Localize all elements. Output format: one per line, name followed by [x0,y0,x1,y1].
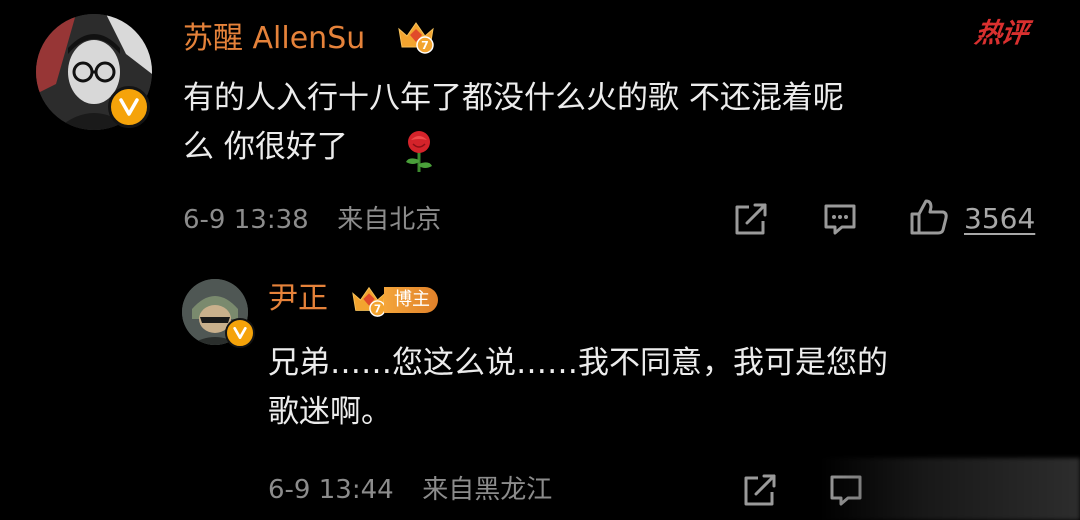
reply-vip-crown-icon: 7 [350,282,388,318]
reply-share-icon [744,474,776,506]
watermark-overlay [820,458,1080,520]
like-button[interactable] [909,198,949,236]
reply-text-line-1: 兄弟……您这么说……我不同意，我可是您的 [268,345,888,381]
reply-location: 来自黑龙江 [422,475,553,505]
comment-date: 6-9 13:38 [183,205,309,235]
verified-v-icon [108,86,150,128]
host-badge: 博主 [384,287,438,313]
thumbs-up-icon [910,199,948,235]
reply-username[interactable]: 尹正 [268,279,328,319]
comment-text-line-2: 么 你很好了 [183,123,1043,172]
comment-username[interactable]: 苏醒 AllenSu [183,19,365,59]
hot-comment-tag: 热评 [972,18,1030,49]
comment-text: 有的人入行十八年了都没什么火的歌 不还混着呢 么 你很好了 [183,74,1043,172]
rose-emoji-icon [401,130,437,178]
reply-meta: 6-9 13:44 来自黑龙江 [268,473,552,507]
reply-date: 6-9 13:44 [268,475,394,505]
svg-text:7: 7 [374,303,381,315]
comment-meta: 6-9 13:38 来自北京 [183,203,441,237]
reply-comment-button[interactable] [822,202,858,236]
share-button[interactable] [733,202,769,236]
vip-crown-icon: 7 [396,17,436,55]
comment-icon [824,204,856,235]
like-count[interactable]: 3564 [964,201,1035,237]
reply-verified-v-icon [225,318,255,348]
reply-text: 兄弟……您这么说……我不同意，我可是您的 歌迷啊。 [268,339,1048,437]
svg-text:7: 7 [421,39,429,52]
reply-share-button[interactable] [742,473,778,507]
share-icon [735,203,767,235]
comment-location: 来自北京 [337,205,442,235]
comment-text-line-1: 有的人入行十八年了都没什么火的歌 不还混着呢 [183,80,844,116]
comment-text-line-2-text: 么 你很好了 [183,129,348,165]
reply-text-line-2: 歌迷啊。 [268,394,392,430]
